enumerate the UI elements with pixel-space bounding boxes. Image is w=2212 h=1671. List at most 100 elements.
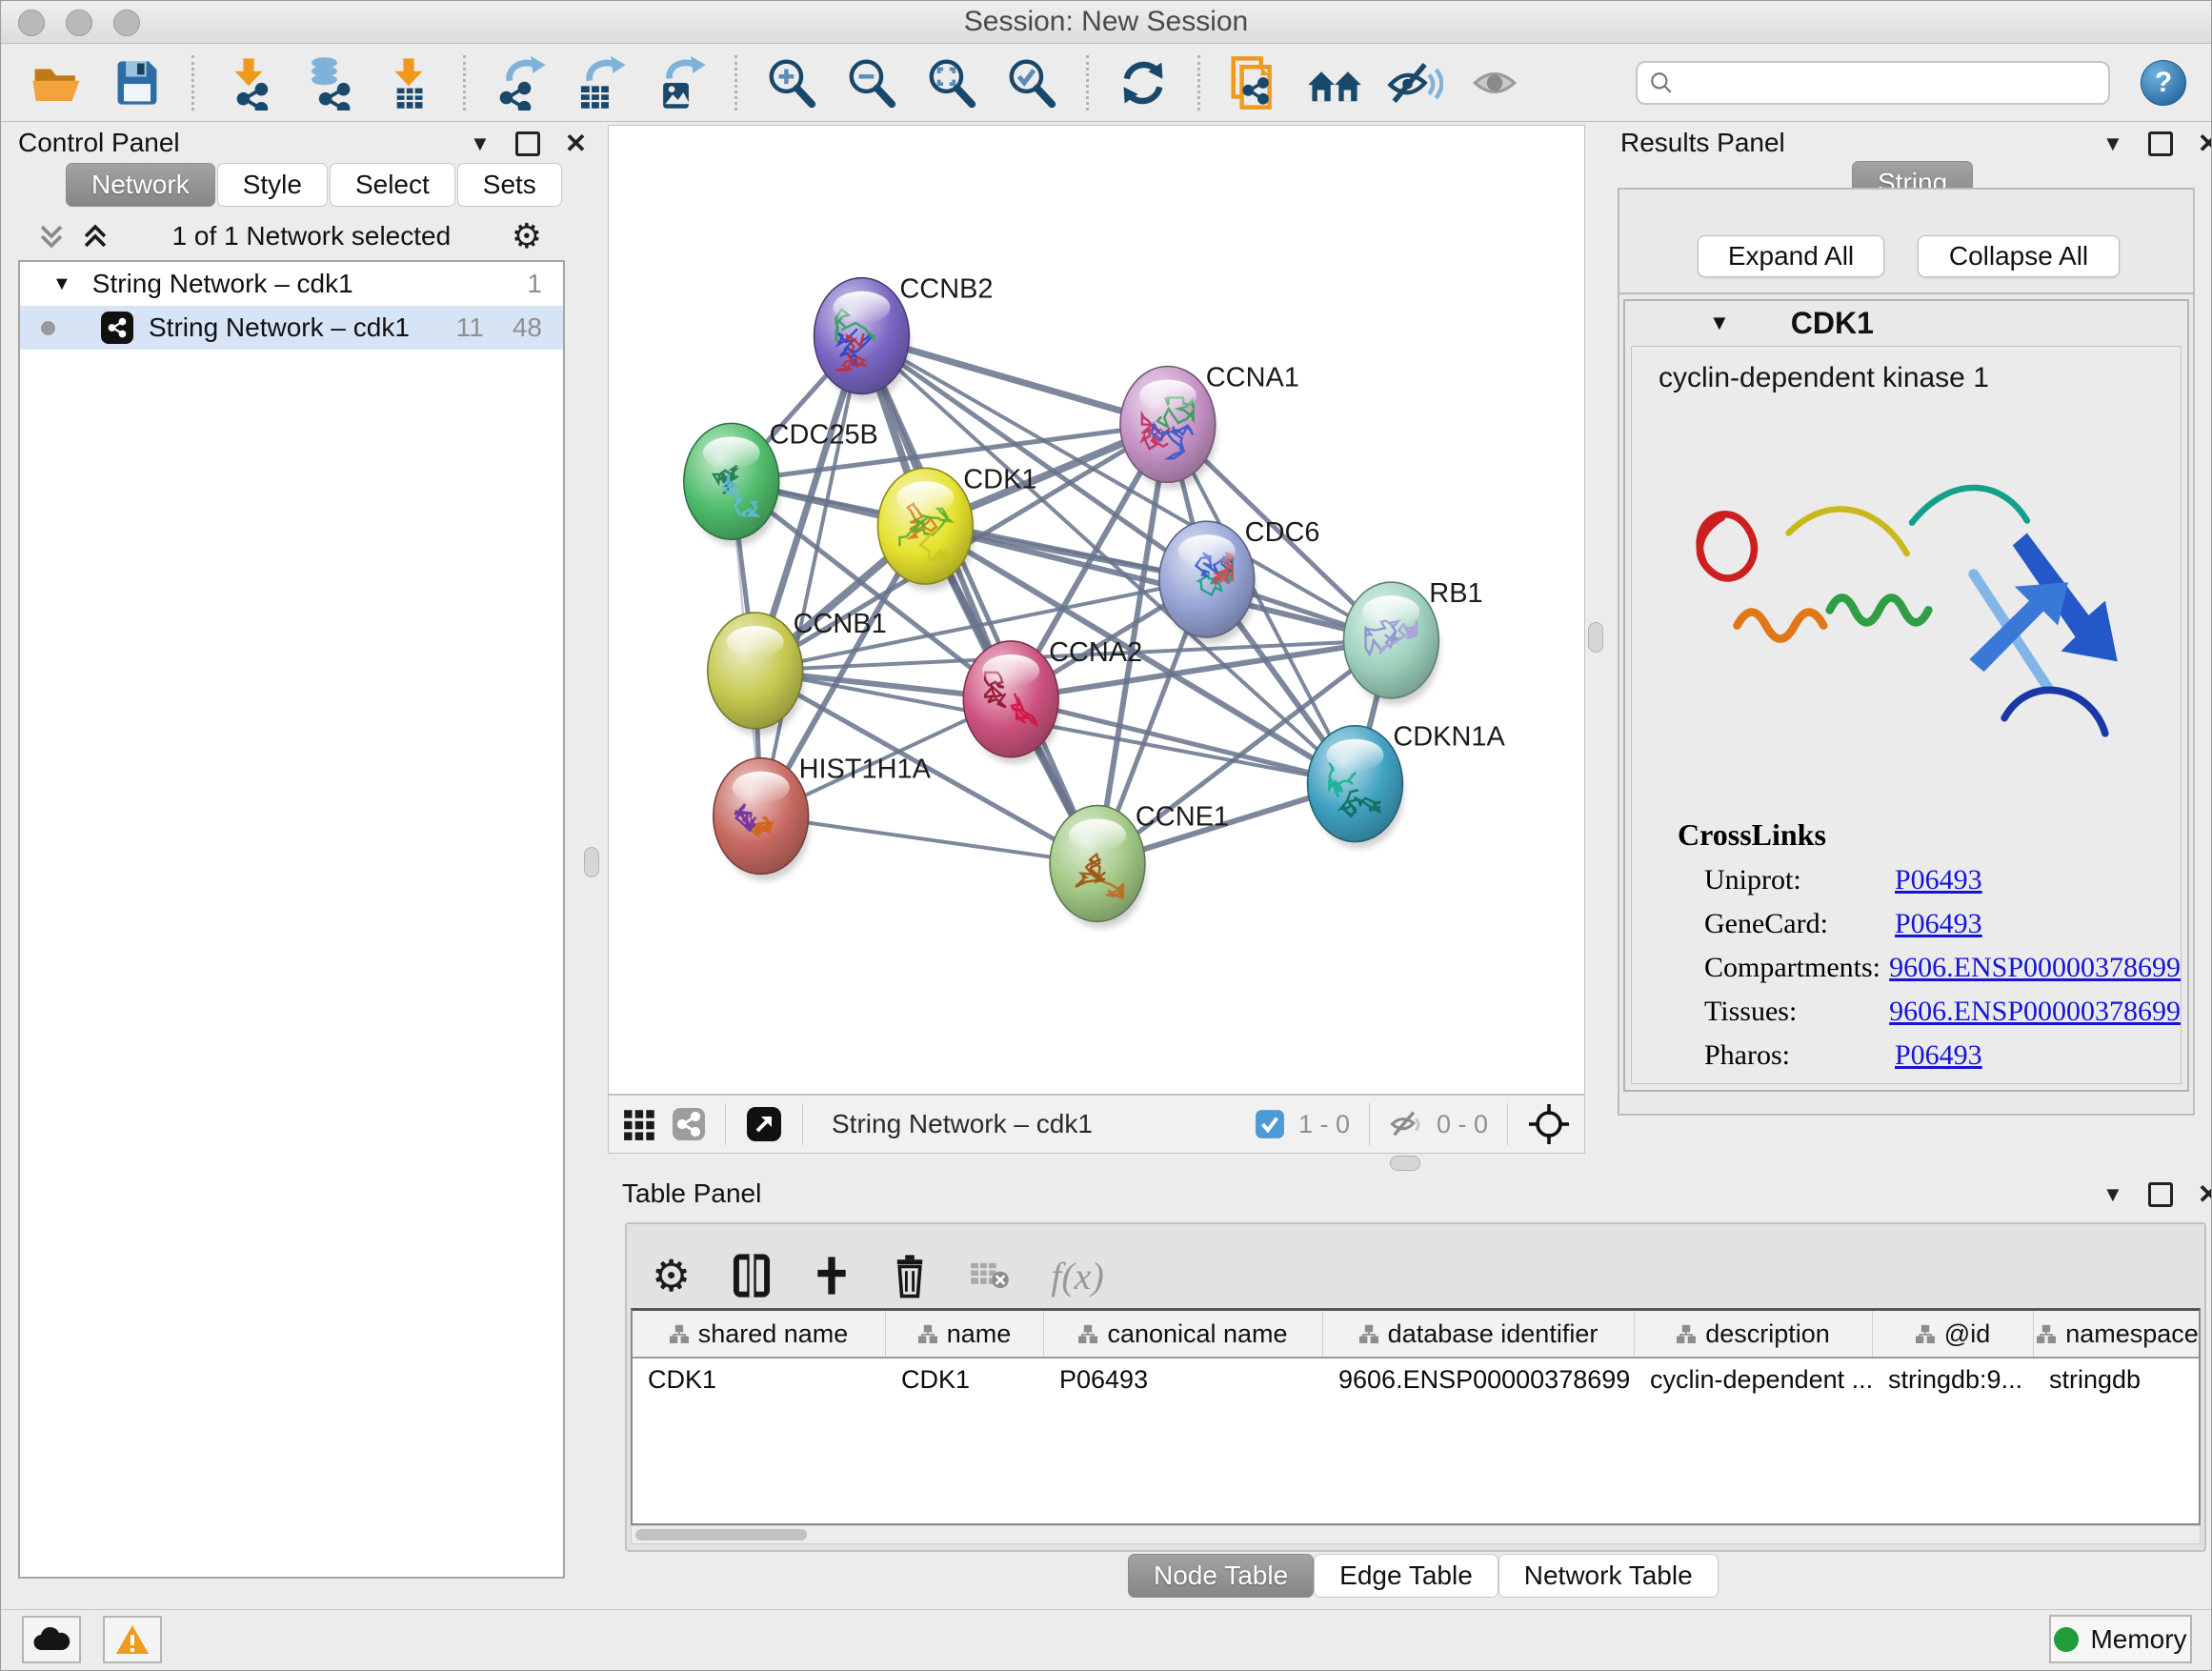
tree-expander-icon[interactable]: ▼	[52, 273, 71, 295]
node-label-HIST1H1A: HIST1H1A	[799, 755, 932, 785]
home-pages-button[interactable]	[1303, 51, 1366, 114]
export-image-button[interactable]	[649, 51, 712, 114]
cloud-status-button[interactable]	[22, 1616, 81, 1663]
zoom-in-icon	[764, 55, 819, 111]
search-input[interactable]	[1681, 67, 2097, 98]
birds-eye-crosshair-icon[interactable]	[1527, 1102, 1571, 1146]
network-collection-row[interactable]: ▼ String Network – cdk1 1	[20, 262, 563, 306]
right-splitter-handle[interactable]	[1588, 622, 1603, 653]
help-button[interactable]: ?	[2141, 60, 2186, 106]
import-network-from-file-button[interactable]	[217, 51, 280, 114]
detach-view-icon[interactable]	[745, 1105, 783, 1143]
table-options-gear-icon[interactable]: ⚙	[652, 1250, 691, 1301]
network-view-share-icon[interactable]	[672, 1107, 706, 1141]
export-network-button[interactable]	[489, 51, 552, 114]
collection-label: String Network – cdk1	[92, 269, 528, 299]
panel-float-icon[interactable]	[515, 131, 540, 156]
left-splitter-handle[interactable]	[584, 847, 599, 877]
scrollbar-thumb[interactable]	[635, 1529, 807, 1540]
node-gloss	[1069, 819, 1126, 852]
network-view-canvas[interactable]: CCNB2CCNA1CDC25BCDK1CDC6RB1CCNB1CCNA2CDK…	[608, 125, 1585, 1095]
open-session-button[interactable]	[26, 51, 89, 114]
column-header-canonical-name[interactable]: canonical name	[1044, 1311, 1323, 1357]
save-session-button[interactable]	[106, 51, 169, 114]
table-cell[interactable]: 9606.ENSP00000378699	[1323, 1359, 1635, 1400]
network-options-gear-icon[interactable]: ⚙	[512, 217, 542, 256]
function-builder-icon[interactable]: f(x)	[1051, 1254, 1104, 1299]
crosslink-link[interactable]: 9606.ENSP00000378699	[1889, 996, 2181, 1028]
crosslink-row: Uniprot: P06493	[1632, 858, 2181, 902]
protein-structure-image	[1664, 410, 2160, 800]
tab-select[interactable]: Select	[330, 163, 455, 207]
show-columns-icon[interactable]	[731, 1252, 773, 1299]
network-from-document-button[interactable]	[1223, 51, 1286, 114]
column-header-namespace[interactable]: namespace	[2034, 1311, 2201, 1357]
bottom-splitter-handle[interactable]	[1390, 1156, 1420, 1171]
network-row[interactable]: String Network – cdk1 11 48	[20, 306, 563, 350]
column-header-description[interactable]: description	[1635, 1311, 1873, 1357]
network-edge[interactable]	[761, 816, 1097, 864]
delete-column-icon[interactable]	[891, 1253, 929, 1299]
crosslink-link[interactable]: P06493	[1895, 864, 1982, 896]
table-row[interactable]: CDK1CDK1P064939606.ENSP00000378699cyclin…	[633, 1359, 2199, 1400]
tab-network-table[interactable]: Network Table	[1498, 1554, 1719, 1598]
grid-view-icon[interactable]	[622, 1106, 658, 1142]
table-cell[interactable]: CDK1	[886, 1359, 1044, 1400]
node-label-CDKN1A: CDKN1A	[1393, 722, 1505, 753]
tab-edge-table[interactable]: Edge Table	[1314, 1554, 1498, 1598]
tab-network[interactable]: Network	[66, 163, 215, 207]
export-table-button[interactable]	[569, 51, 632, 114]
column-header-name[interactable]: name	[886, 1311, 1044, 1357]
show-all-button[interactable]	[1463, 51, 1526, 114]
column-header-database-identifier[interactable]: database identifier	[1323, 1311, 1635, 1357]
import-table-from-file-button[interactable]	[377, 51, 440, 114]
zoom-selected-button[interactable]	[1000, 51, 1063, 114]
delete-table-icon[interactable]	[969, 1258, 1011, 1293]
collapse-all-button[interactable]: Collapse All	[1918, 235, 2120, 277]
zoom-out-button[interactable]	[840, 51, 903, 114]
expand-all-icon[interactable]	[79, 220, 111, 252]
panel-menu-icon[interactable]: ▼	[470, 131, 491, 156]
tab-node-table[interactable]: Node Table	[1128, 1554, 1314, 1598]
panel-float-icon[interactable]	[2148, 1182, 2173, 1207]
table-cell[interactable]: CDK1	[633, 1359, 886, 1400]
panel-close-icon[interactable]: ✕	[2198, 128, 2212, 159]
network-edge[interactable]	[761, 336, 862, 816]
table-cell[interactable]: stringdb	[2034, 1359, 2201, 1400]
section-expander-icon[interactable]: ▼	[1709, 311, 1730, 335]
panel-close-icon[interactable]: ✕	[2198, 1178, 2212, 1210]
zoom-fit-button[interactable]	[920, 51, 983, 114]
table-cell[interactable]: cyclin-dependent ...	[1635, 1359, 1873, 1400]
panel-float-icon[interactable]	[2148, 131, 2173, 156]
column-header--id[interactable]: @id	[1873, 1311, 2034, 1357]
table-cell[interactable]: P06493	[1044, 1359, 1323, 1400]
memory-button[interactable]: Memory	[2049, 1615, 2192, 1663]
crosslink-link[interactable]: 9606.ENSP00000378699	[1889, 952, 2181, 984]
crosslink-link[interactable]: P06493	[1895, 908, 1982, 940]
column-header-shared-name[interactable]: shared name	[633, 1311, 886, 1357]
panel-close-icon[interactable]: ✕	[565, 128, 587, 159]
apply-layout-button[interactable]	[1112, 51, 1175, 114]
column-type-icon	[2037, 1324, 2056, 1343]
warnings-button[interactable]	[103, 1616, 162, 1663]
selected-checkbox-icon[interactable]	[1255, 1109, 1285, 1139]
table-cell[interactable]: stringdb:9...	[1873, 1359, 2034, 1400]
create-column-icon[interactable]	[813, 1255, 851, 1297]
table-panel-title: Table Panel	[622, 1178, 761, 1209]
network-graph[interactable]: CCNB2CCNA1CDC25BCDK1CDC6RB1CCNB1CCNA2CDK…	[609, 126, 1584, 1094]
export-image-icon	[653, 55, 708, 111]
protein-section-header[interactable]: ▼ CDK1	[1625, 301, 2187, 345]
zoom-in-button[interactable]	[760, 51, 823, 114]
tab-sets[interactable]: Sets	[457, 163, 562, 207]
hide-selected-button[interactable]	[1383, 51, 1446, 114]
panel-menu-icon[interactable]: ▼	[2102, 131, 2123, 156]
panel-menu-icon[interactable]: ▼	[2102, 1182, 2123, 1207]
crosslink-link[interactable]: P06493	[1895, 1039, 1982, 1072]
import-network-from-database-button[interactable]	[297, 51, 360, 114]
expand-all-button[interactable]: Expand All	[1698, 235, 1884, 277]
table-horizontal-scrollbar[interactable]	[631, 1525, 2201, 1544]
hidden-eye-slash-icon[interactable]	[1389, 1109, 1423, 1139]
collapse-all-icon[interactable]	[35, 220, 68, 252]
tab-style[interactable]: Style	[217, 163, 328, 207]
node-gloss	[1139, 379, 1196, 412]
